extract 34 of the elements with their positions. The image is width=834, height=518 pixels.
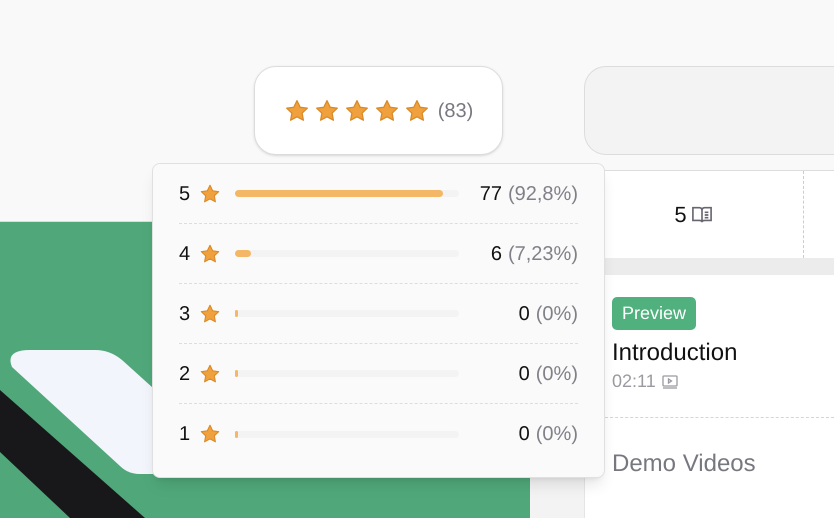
rating-count: (83) [438,98,474,124]
video-icon [662,374,678,388]
star-icon [199,182,221,204]
lesson-count: 5 [674,201,687,229]
star-level: 3 [179,302,192,326]
star-icon [284,98,310,124]
star-icon [199,302,221,324]
review-count: 0 [518,362,530,386]
star-level: 4 [179,242,192,266]
lesson-title[interactable]: Introduction [612,338,738,368]
book-icon [690,204,713,224]
review-percent: (92,8%) [508,182,578,206]
star-level: 1 [179,422,192,447]
preview-badge: Preview [612,297,696,330]
review-count: 0 [518,422,530,447]
star-icon [344,98,370,124]
star-icon [199,242,221,264]
section-title[interactable]: Demo Videos [612,450,756,477]
star-icon [199,423,221,445]
star-icon [199,362,221,384]
review-count: 6 [490,242,502,266]
lesson-duration: 02:11 [612,370,656,393]
review-percent: (0%) [536,422,578,447]
star-level: 5 [179,182,192,206]
review-count: 0 [518,302,530,326]
star-icon [404,98,430,124]
review-percent: (0%) [536,302,578,326]
star-level: 2 [179,362,192,386]
star-icon [314,98,340,124]
star-icon [374,98,400,124]
review-count: 77 [480,182,502,206]
rating-card[interactable]: (83) [254,66,503,155]
review-percent: (7,23%) [508,242,578,266]
review-percent: (0%) [536,362,578,386]
